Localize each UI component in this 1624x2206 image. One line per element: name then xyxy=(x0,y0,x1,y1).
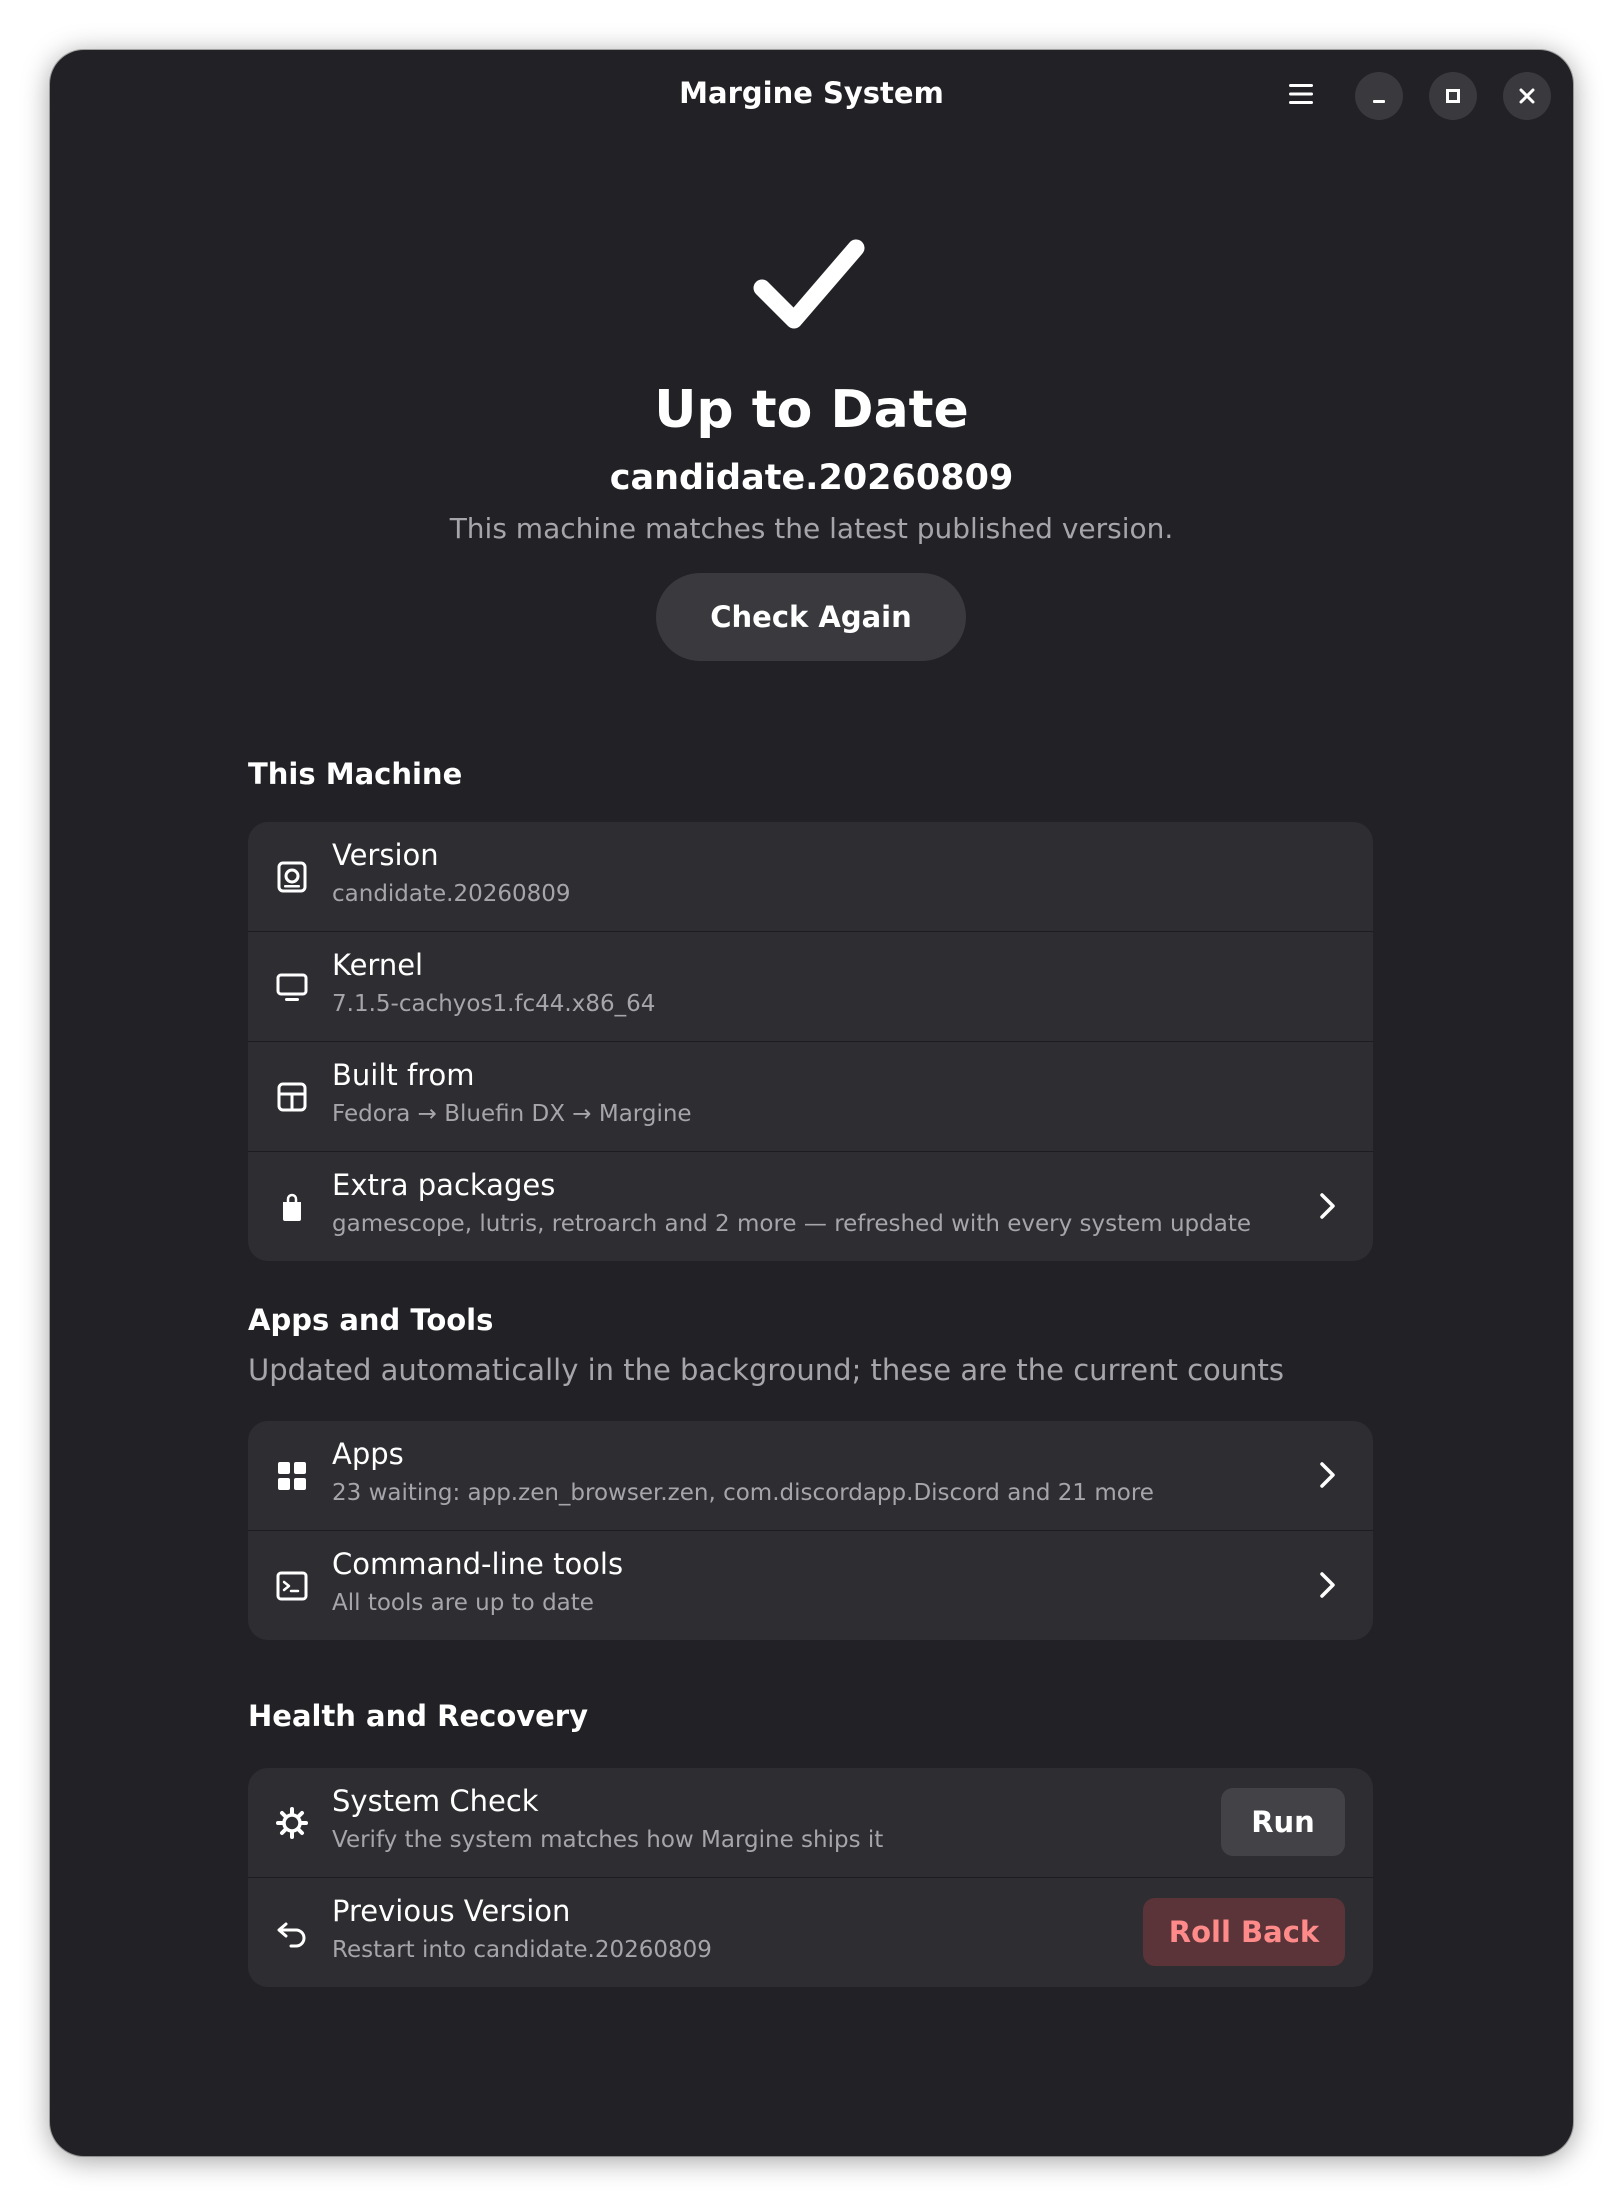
undo-arrow-icon xyxy=(274,1915,310,1951)
close-icon xyxy=(1519,88,1535,104)
minimize-button[interactable] xyxy=(1355,72,1403,120)
header-bar: Margine System xyxy=(50,50,1573,142)
kernel-value: 7.1.5-cachyos1.fc44.x86_64 xyxy=(332,991,656,1017)
app-grid-icon xyxy=(274,1458,310,1494)
roll-back-button[interactable]: Roll Back xyxy=(1143,1898,1345,1966)
close-button[interactable] xyxy=(1503,72,1551,120)
main-menu-button[interactable] xyxy=(1277,70,1325,118)
version-value: candidate.20260809 xyxy=(332,881,571,907)
minimize-icon xyxy=(1373,100,1385,103)
version-label: Version xyxy=(332,838,439,872)
system-check-description: Verify the system matches how Margine sh… xyxy=(332,1827,884,1853)
chevron-right-icon xyxy=(1320,1193,1335,1219)
apps-and-tools-group: Apps 23 waiting: app.zen_browser.zen, co… xyxy=(248,1421,1373,1640)
chevron-right-icon xyxy=(1320,1462,1335,1488)
system-check-row: System Check Verify the system matches h… xyxy=(248,1768,1373,1877)
system-check-label: System Check xyxy=(332,1784,539,1818)
monitor-icon xyxy=(274,969,310,1005)
command-line-tools-row[interactable]: Command-line tools All tools are up to d… xyxy=(248,1530,1373,1640)
apps-label: Apps xyxy=(332,1437,404,1471)
previous-version-description: Restart into candidate.20260809 xyxy=(332,1937,712,1963)
maximize-icon xyxy=(1446,89,1460,103)
status-title: Up to Date xyxy=(654,380,969,440)
check-again-button[interactable]: Check Again xyxy=(656,573,966,661)
command-line-tools-label: Command-line tools xyxy=(332,1547,624,1581)
apps-and-tools-heading: Apps and Tools xyxy=(248,1303,494,1337)
gear-icon xyxy=(274,1805,310,1841)
previous-version-row: Previous Version Restart into candidate.… xyxy=(248,1877,1373,1987)
maximize-button[interactable] xyxy=(1429,72,1477,120)
built-from-row: Built from Fedora → Bluefin DX → Margine xyxy=(248,1041,1373,1151)
apps-and-tools-description: Updated automatically in the background;… xyxy=(248,1353,1284,1387)
built-from-label: Built from xyxy=(332,1058,475,1092)
extra-packages-value: gamescope, lutris, retroarch and 2 more … xyxy=(332,1211,1252,1237)
hamburger-menu-icon xyxy=(1289,84,1313,104)
run-system-check-button[interactable]: Run xyxy=(1221,1788,1345,1856)
health-and-recovery-group: System Check Verify the system matches h… xyxy=(248,1768,1373,1987)
kernel-label: Kernel xyxy=(332,948,424,982)
health-and-recovery-heading: Health and Recovery xyxy=(248,1699,589,1733)
apps-row[interactable]: Apps 23 waiting: app.zen_browser.zen, co… xyxy=(248,1421,1373,1530)
built-from-value: Fedora → Bluefin DX → Margine xyxy=(332,1101,692,1127)
status-version: candidate.20260809 xyxy=(609,458,1014,498)
app-window: Margine System Up to Date candidate.2026… xyxy=(50,50,1573,2156)
kernel-row: Kernel 7.1.5-cachyos1.fc44.x86_64 xyxy=(248,931,1373,1041)
window-title: Margine System xyxy=(679,76,944,110)
extra-packages-label: Extra packages xyxy=(332,1168,556,1202)
command-line-tools-status: All tools are up to date xyxy=(332,1590,594,1616)
checkmark-icon xyxy=(753,239,865,329)
chevron-right-icon xyxy=(1320,1572,1335,1598)
terminal-icon xyxy=(274,1568,310,1604)
apps-status: 23 waiting: app.zen_browser.zen, com.dis… xyxy=(332,1480,1154,1506)
status-description: This machine matches the latest publishe… xyxy=(449,512,1174,545)
extra-packages-row[interactable]: Extra packages gamescope, lutris, retroa… xyxy=(248,1151,1373,1261)
this-machine-group: Version candidate.20260809 Kernel 7.1.5-… xyxy=(248,822,1373,1261)
shopping-bag-icon xyxy=(274,1189,310,1225)
previous-version-label: Previous Version xyxy=(332,1894,571,1928)
package-box-icon xyxy=(274,1079,310,1115)
this-machine-heading: This Machine xyxy=(248,757,463,791)
version-row: Version candidate.20260809 xyxy=(248,822,1373,931)
disk-icon xyxy=(274,859,310,895)
